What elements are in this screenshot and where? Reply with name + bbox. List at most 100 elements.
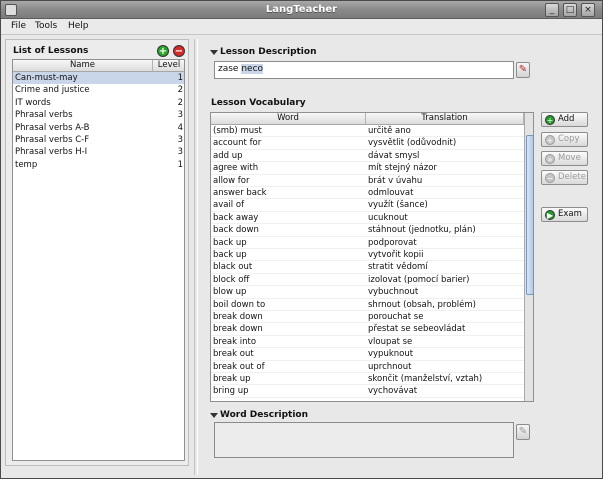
vocabulary-row[interactable]: break out of uprchnout (211, 361, 524, 373)
lesson-name-cell: Phrasal verbs H-I (15, 147, 88, 158)
maximize-button[interactable]: □ (563, 3, 577, 17)
column-header-word[interactable]: Word (211, 113, 366, 125)
vocabulary-row[interactable]: answer back odmlouvat (211, 187, 524, 200)
collapse-arrow-icon[interactable] (210, 413, 218, 418)
translation-cell: využít (šance) (368, 200, 428, 211)
lessons-table: Name Level Can-must-may 1 Crime and justic… (12, 59, 185, 461)
lesson-level-cell: 2 (177, 97, 183, 108)
translation-cell: porouchat se (368, 312, 424, 322)
remove-lesson-button[interactable]: − (173, 45, 185, 57)
lesson-row[interactable]: Phrasal verbs 3 (13, 109, 184, 121)
lesson-name-cell: temp (15, 159, 38, 170)
vocabulary-row[interactable]: add up dávat smysl (211, 150, 524, 163)
move-icon: » (545, 154, 555, 164)
translation-cell: stáhnout (jednotku, plán) (368, 225, 476, 236)
copy-word-button[interactable]: + Copy (541, 132, 588, 147)
column-header-translation[interactable]: Translation (366, 113, 524, 125)
menu-tools[interactable]: Tools (35, 21, 57, 31)
word-cell: break down (213, 324, 263, 335)
column-header-name[interactable]: Name (13, 60, 153, 72)
exam-label: Exam (558, 209, 582, 219)
lesson-row[interactable]: Phrasal verbs A-B 4 (13, 122, 184, 134)
word-cell: break down (213, 312, 263, 322)
lesson-name-cell: Phrasal verbs C-F (15, 135, 90, 145)
vocabulary-row[interactable]: back away ucuknout (211, 212, 524, 225)
vocabulary-title: Lesson Vocabulary (211, 98, 306, 108)
vocabulary-row[interactable]: back up podporovat (211, 237, 524, 249)
word-cell: break up (213, 374, 251, 384)
pencil-icon: ✎ (518, 64, 528, 75)
vocabulary-row[interactable]: break down porouchat se (211, 311, 524, 324)
lesson-description-text: zase (218, 64, 242, 74)
lesson-row[interactable]: Can-must-may 1 (13, 72, 184, 85)
vocabulary-row[interactable]: break down přestat se sebeovládat (211, 323, 524, 336)
word-cell: boil down to (213, 299, 266, 310)
scrollbar-thumb[interactable] (526, 135, 533, 295)
delete-word-button[interactable]: − Delete (541, 170, 588, 185)
lesson-level-cell: 2 (177, 85, 183, 96)
split-divider[interactable] (194, 39, 198, 475)
vocabulary-row[interactable]: back down stáhnout (jednotku, plán) (211, 224, 524, 237)
translation-cell: brát v úvahu (368, 175, 423, 186)
vocabulary-row[interactable]: break up skončit (manželství, vztah) (211, 373, 524, 386)
vocabulary-row[interactable]: avail of využít (šance) (211, 199, 524, 212)
word-cell: back up (213, 250, 247, 260)
add-lesson-button[interactable]: + (157, 45, 169, 57)
word-cell: agree with (213, 163, 259, 174)
vocabulary-row[interactable]: break out vypuknout (211, 348, 524, 361)
lesson-level-cell: 3 (177, 135, 183, 145)
move-word-button[interactable]: » Move (541, 151, 588, 166)
minus-icon: − (545, 173, 555, 183)
vocabulary-scrollbar[interactable] (524, 113, 533, 401)
menu-file[interactable]: File (11, 21, 26, 31)
translation-cell: odmlouvat (368, 188, 414, 198)
lesson-name-cell: IT words (15, 97, 51, 108)
minimize-button[interactable]: _ (545, 3, 559, 17)
lesson-row[interactable]: Phrasal verbs C-F 3 (13, 134, 184, 146)
lesson-description-title: Lesson Description (220, 47, 317, 57)
menu-help[interactable]: Help (68, 21, 89, 31)
exam-button[interactable]: ▶ Exam (541, 207, 588, 222)
copy-word-label: Copy (558, 134, 580, 144)
play-icon: ▶ (545, 210, 555, 220)
translation-cell: izolovat (pomocí barier) (368, 274, 470, 285)
vocabulary-row[interactable]: back up vytvořit kopii (211, 249, 524, 262)
word-cell: back up (213, 237, 247, 248)
vocabulary-row[interactable]: (smb) must určitě ano (211, 125, 524, 138)
word-cell: block off (213, 274, 250, 285)
lesson-row[interactable]: IT words 2 (13, 97, 184, 109)
edit-word-description-button[interactable]: ✎ (516, 424, 530, 440)
vocabulary-row[interactable]: blow up vybuchnout (211, 286, 524, 299)
word-cell: back away (213, 212, 259, 223)
word-cell: account for (213, 138, 262, 149)
translation-cell: podporovat (368, 237, 417, 248)
add-word-button[interactable]: + Add (541, 112, 588, 127)
vocabulary-row[interactable]: account for vysvětlit (odůvodnit) (211, 137, 524, 150)
lesson-description-field[interactable]: zase neco (214, 61, 514, 79)
word-cell: avail of (213, 200, 245, 211)
lesson-row[interactable]: temp 1 (13, 159, 184, 171)
vocabulary-row[interactable]: block off izolovat (pomocí barier) (211, 274, 524, 287)
title-bar[interactable]: LangTeacher _ □ × (1, 1, 602, 19)
vocabulary-row[interactable]: black out stratit vědomí (211, 261, 524, 274)
column-header-level[interactable]: Level (153, 60, 184, 72)
word-cell: black out (213, 262, 253, 273)
edit-lesson-description-button[interactable]: ✎ (516, 62, 530, 78)
collapse-arrow-icon[interactable] (210, 50, 218, 55)
lesson-row[interactable]: Phrasal verbs H-I 3 (13, 146, 184, 158)
menu-bar: File Tools Help (1, 19, 602, 35)
word-cell: add up (213, 150, 243, 161)
translation-cell: vytvořit kopii (368, 250, 424, 260)
lesson-name-cell: Phrasal verbs (15, 110, 73, 121)
word-description-field[interactable] (214, 422, 514, 458)
vocabulary-row[interactable]: agree with mít stejný názor (211, 162, 524, 175)
lesson-row[interactable]: Crime and justice 2 (13, 84, 184, 96)
vocabulary-row[interactable]: boil down to shrnout (obsah, problém) (211, 299, 524, 311)
word-description-title: Word Description (220, 410, 309, 420)
app-window: LangTeacher _ □ × File Tools Help List o… (0, 0, 603, 479)
vocabulary-row[interactable]: allow for brát v úvahu (211, 175, 524, 187)
translation-cell: dávat smysl (368, 150, 420, 161)
close-button[interactable]: × (581, 3, 595, 17)
vocabulary-row[interactable]: break into vloupat se (211, 336, 524, 349)
vocabulary-row[interactable]: bring up vychovávat (211, 385, 524, 398)
